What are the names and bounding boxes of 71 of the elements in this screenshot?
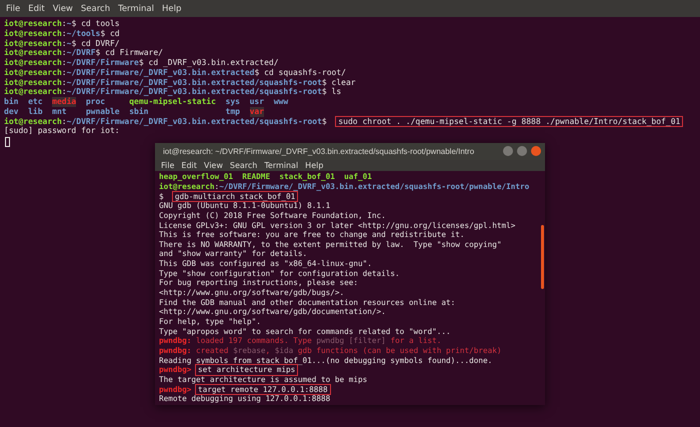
prompt-user: iot@research — [4, 78, 62, 88]
menu-item[interactable]: Edit — [181, 161, 197, 170]
prompt-user: iot@research — [4, 19, 62, 29]
terminal-text: $ cd — [100, 28, 120, 38]
directory-name: sys — [226, 97, 240, 107]
prompt-user: iot@research — [4, 38, 62, 48]
terminal-text: $ cd _DVRF_v03.bin.extracted/ — [138, 58, 279, 68]
scrollbar-thumb[interactable] — [541, 225, 544, 289]
terminal-text: $ ls — [322, 87, 342, 97]
terminal-text: : — [62, 19, 67, 29]
terminal-text: : — [62, 116, 67, 126]
menu-item[interactable]: Terminal — [264, 161, 298, 170]
cursor-icon — [5, 137, 10, 147]
directory-name: proc — [86, 97, 106, 107]
menu-item[interactable]: Search — [230, 161, 258, 170]
terminal-text: : — [62, 87, 67, 97]
prompt-path: ~ — [66, 19, 72, 29]
terminal-text: [sudo] password for iot: — [4, 126, 120, 136]
menu-item[interactable]: Help — [162, 4, 182, 14]
window-title: iot@research: ~/DVRF/Firmware/_DVRF_v03.bin.extracted/squashfs-root/pwnable/Intro — [163, 146, 476, 156]
terminal-text: : — [62, 28, 67, 38]
terminal-text: $ cd DVRF/ — [71, 38, 120, 48]
terminal-text: : — [62, 38, 67, 48]
menu-item[interactable]: File — [161, 161, 174, 170]
menu-item[interactable]: Terminal — [118, 4, 154, 14]
terminal-text: $ cd tools — [71, 19, 120, 29]
prompt-path: ~/tools — [66, 28, 100, 38]
menu-item[interactable]: View — [52, 4, 73, 14]
terminal-text: $ clear — [322, 78, 356, 88]
prompt-user: iot@research — [4, 68, 62, 78]
terminal-text: : — [62, 48, 67, 58]
maximize-button[interactable] — [517, 146, 527, 156]
menu-item[interactable]: Edit — [28, 4, 45, 14]
prompt-path: ~/DVRF/Firmware/_DVRF_v03.bin.extracted/squashfs-root — [66, 78, 322, 88]
terminal-text: $ cd Firmware/ — [96, 48, 163, 58]
menu-item[interactable]: View — [204, 161, 223, 170]
directory-name: tmp — [226, 106, 240, 116]
terminal-text: $ cd squashfs-root/ — [254, 68, 346, 78]
terminal-text: $ — [322, 116, 328, 126]
close-button[interactable] — [531, 146, 541, 156]
prompt-user: iot@research — [4, 116, 62, 126]
prompt-user: iot@research — [4, 48, 62, 58]
directory-name: dev — [4, 106, 18, 116]
menu-item[interactable]: Search — [80, 4, 110, 14]
menu-item[interactable]: File — [6, 4, 20, 14]
highlighted-command: sudo chroot . ./qemu-mipsel-static -g 8888 ./pwnable/Intro/stack_bof_01 — [336, 116, 682, 126]
directory-name: etc — [28, 97, 43, 107]
prompt-path: ~ — [66, 38, 72, 48]
minimize-button[interactable] — [503, 146, 513, 156]
directory-name: media — [52, 97, 76, 107]
prompt-path: ~/DVRF/Firmware/_DVRF_v03.bin.extracted/squashfs-root — [66, 116, 322, 126]
terminal-text: : — [62, 78, 67, 88]
prompt-path: ~/DVRF — [66, 48, 96, 58]
terminal-text: : — [62, 68, 67, 78]
prompt-path: ~/DVRF/Firmware/_DVRF_v03.bin.extracted — [66, 68, 254, 78]
directory-name: mnt — [52, 106, 67, 116]
menu-item[interactable]: Help — [305, 161, 324, 170]
directory-name: usr — [250, 97, 264, 107]
directory-name: var — [250, 106, 264, 116]
directory-name: pwnable — [86, 106, 120, 116]
terminal-text: : — [62, 58, 67, 68]
prompt-user: iot@research — [4, 87, 62, 97]
directory-name: sbin — [129, 106, 148, 116]
directory-name: lib — [28, 106, 43, 116]
file-name: qemu-mipsel-static — [129, 97, 216, 107]
prompt-user: iot@research — [4, 28, 62, 38]
prompt-path: ~/DVRF/Firmware — [66, 58, 139, 68]
directory-name: www — [274, 97, 288, 107]
prompt-user: iot@research — [4, 58, 62, 68]
prompt-path: ~/DVRF/Firmware/_DVRF_v03.bin.extracted/squashfs-root — [66, 87, 322, 97]
directory-name: bin — [4, 97, 18, 107]
